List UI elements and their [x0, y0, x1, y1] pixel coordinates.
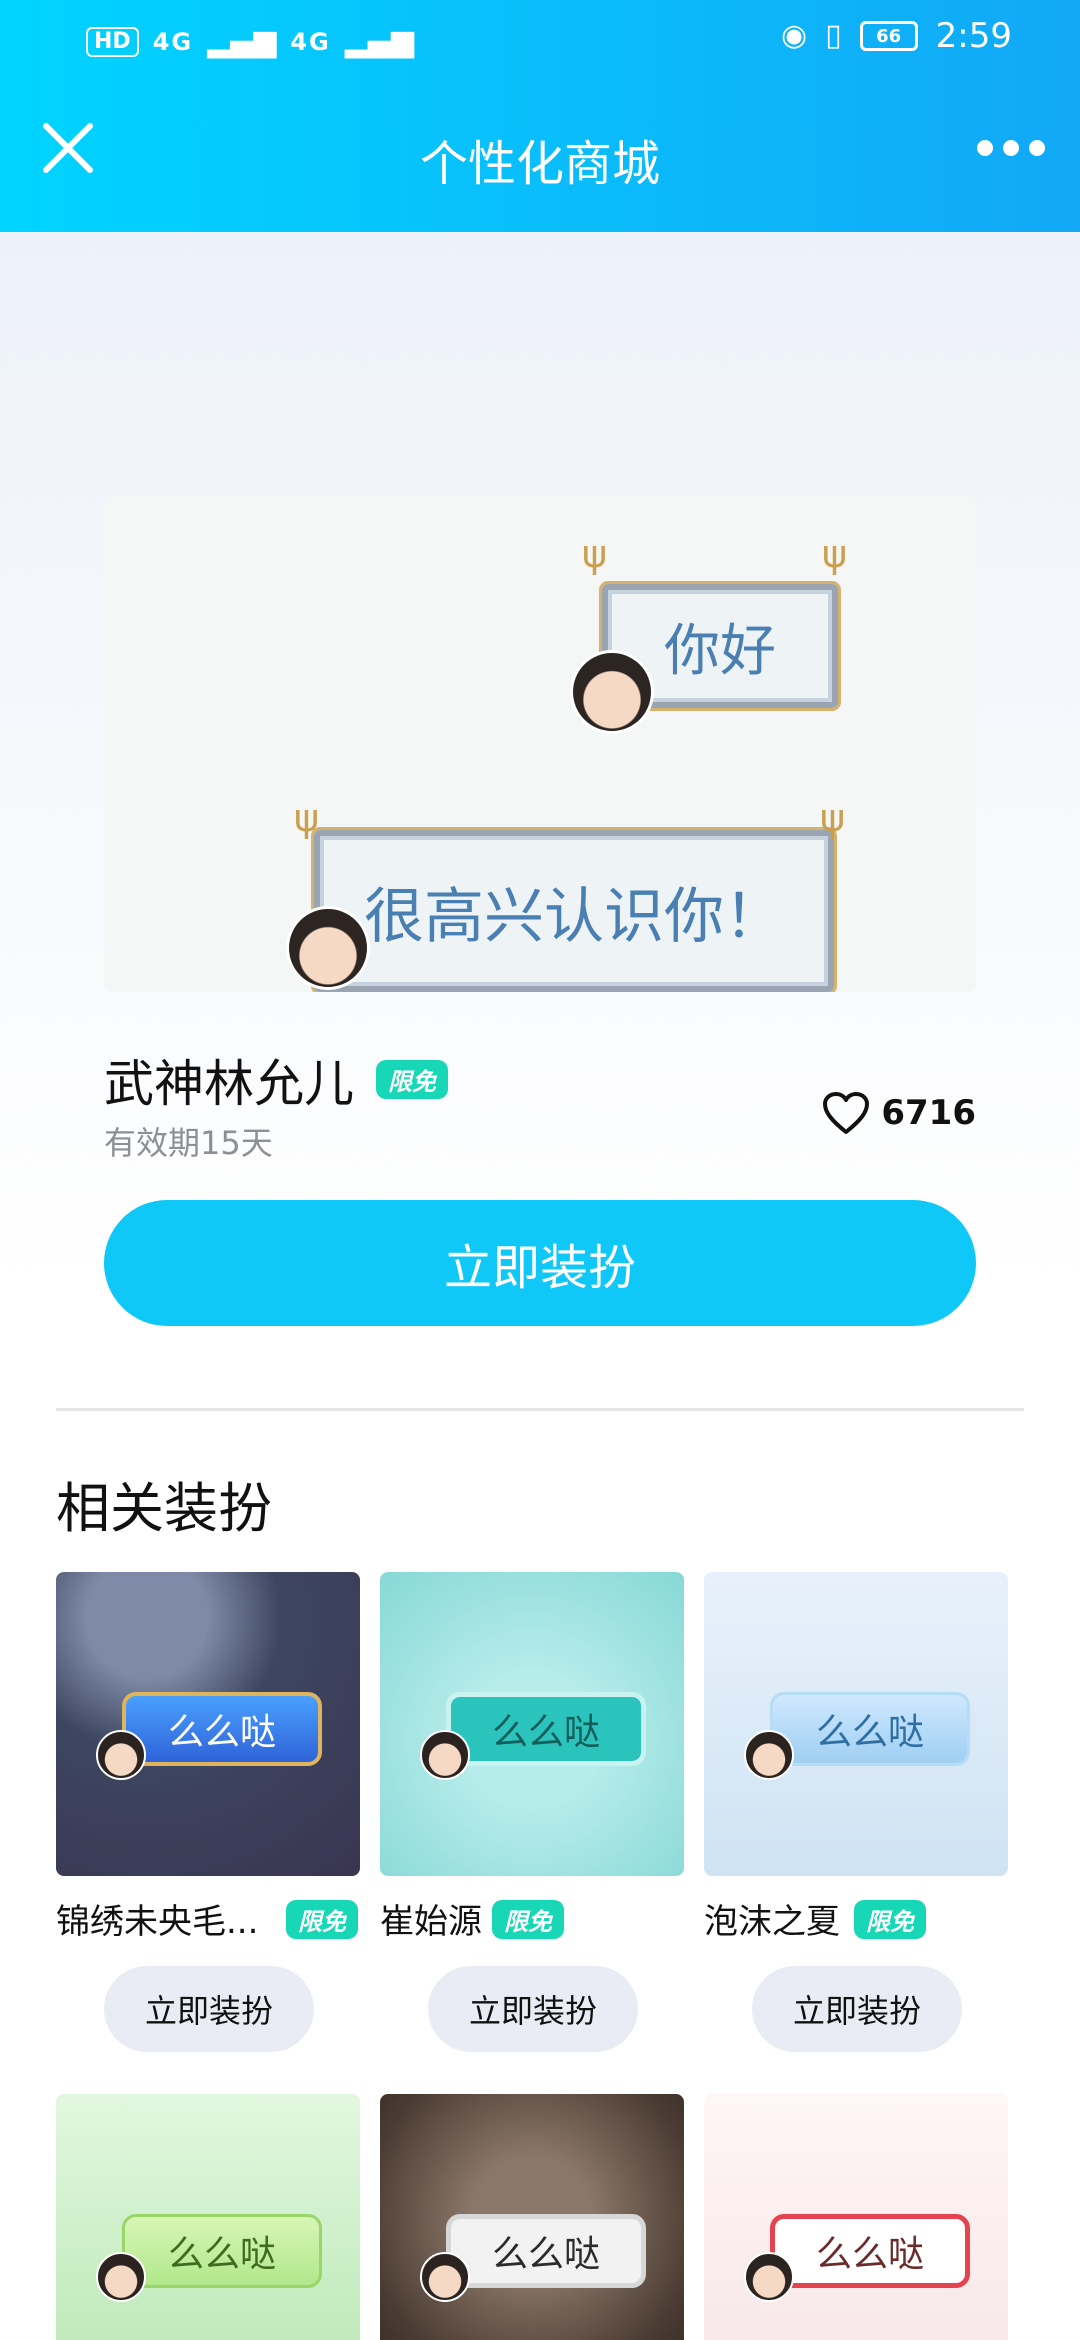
battery-icon: 66 [859, 21, 918, 51]
related-title: 相关装扮 [56, 1477, 272, 1540]
vibrate-icon: ▯ [825, 18, 842, 53]
mini-avatar [420, 2252, 470, 2302]
mini-bubble-text: 么么哒 [167, 2234, 276, 2275]
mini-bubble: 么么哒 [122, 1692, 322, 1766]
related-thumb[interactable]: 么么哒 [704, 1572, 1008, 1876]
more-dot [1003, 140, 1019, 156]
mini-avatar [420, 1730, 470, 1780]
bubble-top-text: 你好 [664, 618, 776, 684]
more-dot [1029, 140, 1045, 156]
related-card: 么么哒 [380, 2094, 684, 2340]
eye-icon: ◉ [780, 18, 808, 53]
signal-4g-1: 4G [152, 28, 194, 56]
related-card: 么么哒 泡沫之夏 限免 立即装扮 [704, 1572, 1008, 2052]
item-name: 武神林允儿 [104, 1055, 354, 1113]
related-apply-button[interactable]: 立即装扮 [752, 1966, 962, 2052]
related-thumb[interactable]: 么么哒 [380, 2094, 684, 2340]
related-card: 么么哒 [704, 2094, 1008, 2340]
more-button[interactable] [968, 128, 1054, 168]
free-badge: 限免 [286, 1900, 358, 1939]
mini-avatar [96, 2252, 146, 2302]
header: HD 4G ▂▄▆ 4G ▂▄▆ ◉ ▯ 66 2:59 个性化商城 [0, 0, 1080, 232]
related-apply-button[interactable]: 立即装扮 [428, 1966, 638, 2052]
avatar-bottom [286, 906, 370, 990]
bubble-bottom-text: 很高兴认识你！ [364, 881, 784, 952]
related-thumb[interactable]: 么么哒 [56, 1572, 360, 1876]
mini-bubble: 么么哒 [770, 1692, 970, 1766]
hd-indicator: HD [86, 27, 139, 57]
related-card: 么么哒 锦绣未央毛... 限免 立即装扮 [56, 1572, 360, 2052]
free-badge: 限免 [492, 1900, 564, 1939]
antler-decoration: ψ [822, 532, 848, 576]
divider [56, 1408, 1024, 1411]
related-thumb[interactable]: 么么哒 [56, 2094, 360, 2340]
free-badge: 限免 [376, 1060, 448, 1099]
status-left: HD 4G ▂▄▆ 4G ▂▄▆ [86, 22, 414, 62]
mini-bubble-text: 么么哒 [491, 2234, 600, 2275]
bubble-preview: 你好 ψ ψ 很高兴认识你！ ψ ψ [104, 496, 976, 992]
signal-bars-icon: ▂▄▆ [207, 24, 277, 59]
free-badge: 限免 [854, 1900, 926, 1939]
bubble-bottom: 很高兴认识你！ [311, 827, 837, 992]
mini-bubble: 么么哒 [446, 2214, 646, 2288]
validity-text: 有效期15天 [104, 1124, 273, 1162]
mini-avatar [744, 1730, 794, 1780]
mini-bubble-text: 么么哒 [491, 1712, 600, 1753]
related-thumb[interactable]: 么么哒 [380, 1572, 684, 1876]
mini-bubble-text: 么么哒 [167, 1712, 276, 1753]
status-bar: HD 4G ▂▄▆ 4G ▂▄▆ ◉ ▯ 66 2:59 [0, 0, 1080, 80]
related-name: 崔始源 [380, 1902, 482, 1942]
antler-decoration: ψ [294, 796, 320, 840]
mini-bubble: 么么哒 [122, 2214, 322, 2288]
mini-bubble-text: 么么哒 [815, 2234, 924, 2275]
top-bar: 个性化商城 [0, 80, 1080, 232]
related-thumb[interactable]: 么么哒 [704, 2094, 1008, 2340]
more-dot [977, 140, 993, 156]
heart-icon [823, 1092, 870, 1134]
mini-bubble: 么么哒 [770, 2214, 970, 2288]
clock: 2:59 [935, 16, 1012, 56]
page-title: 个性化商城 [419, 136, 660, 192]
likes[interactable]: 6716 [821, 1090, 976, 1136]
status-right: ◉ ▯ 66 2:59 [781, 16, 1012, 56]
mini-bubble: 么么哒 [446, 1692, 646, 1766]
related-apply-button[interactable]: 立即装扮 [104, 1966, 314, 2052]
related-card: 么么哒 崔始源 限免 立即装扮 [380, 1572, 684, 2052]
antler-decoration: ψ [820, 796, 846, 840]
mini-bubble-text: 么么哒 [815, 1712, 924, 1753]
signal-4g-2: 4G [290, 28, 331, 56]
mini-avatar [744, 2252, 794, 2302]
related-card: 么么哒 [56, 2094, 360, 2340]
signal-bars-icon: ▂▄▆ [344, 24, 414, 59]
antler-decoration: ψ [582, 532, 608, 576]
mini-avatar [96, 1730, 146, 1780]
related-name: 泡沫之夏 [704, 1902, 840, 1942]
likes-count: 6716 [881, 1093, 976, 1133]
apply-now-button[interactable]: 立即装扮 [104, 1200, 976, 1326]
avatar-top [570, 650, 654, 734]
related-name: 锦绣未央毛... [56, 1902, 259, 1942]
